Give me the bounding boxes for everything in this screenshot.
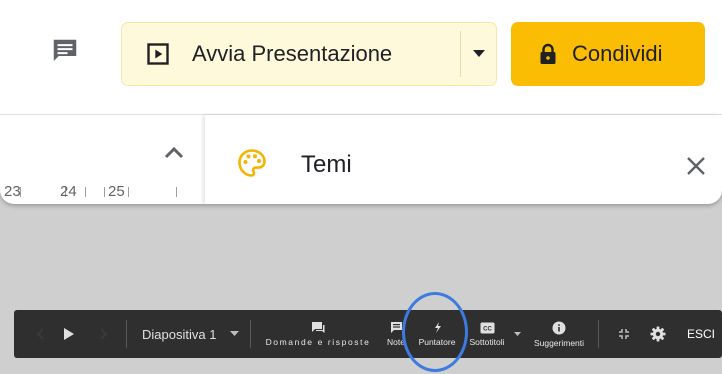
comment-icon (53, 39, 77, 61)
ruler-mark-23: 23 (4, 183, 21, 200)
themes-panel: Temi (205, 115, 722, 204)
collapse-toolbar-button[interactable] (158, 137, 190, 169)
notes-icon (390, 322, 402, 333)
palette-icon (238, 149, 266, 177)
caret-down-icon (230, 331, 240, 336)
ruler-tick (104, 187, 105, 197)
exit-fullscreen-icon (619, 329, 629, 339)
close-icon (687, 157, 705, 175)
caret-down-icon (473, 50, 485, 57)
previous-slide-button[interactable] (28, 310, 52, 358)
slide-area: 23 24 25 (0, 115, 205, 204)
start-presentation-label: Avvia Presentazione (192, 41, 393, 66)
chevron-right-icon (100, 328, 108, 340)
present-button-group: Avvia Presentazione (121, 22, 497, 86)
closed-captions-icon: CC (480, 322, 494, 333)
exit-label: ESCI (687, 327, 716, 341)
present-menu-button[interactable] (461, 23, 497, 85)
toolbar-separator (126, 320, 127, 348)
toolbar-separator (250, 320, 251, 348)
share-label: Condividi (572, 41, 663, 66)
ruler-tick (128, 187, 129, 197)
slide-selector-label: Diapositiva 1 (142, 326, 217, 342)
exit-fullscreen-button[interactable] (612, 310, 636, 358)
ruler: 23 24 25 (0, 181, 205, 204)
suggestions-label: Suggerimenti (533, 337, 585, 348)
chevron-up-icon (164, 147, 184, 159)
pointer-highlight-circle (402, 292, 468, 372)
qa-button[interactable]: Domande e risposte (264, 310, 372, 358)
captions-button[interactable]: CC Sottotitoli (466, 310, 508, 358)
presenter-toolbar: Diapositiva 1 Domande e risposte Note Pu… (14, 310, 722, 358)
close-themes-button[interactable] (683, 153, 709, 179)
svg-text:CC: CC (483, 326, 492, 332)
captions-menu-button[interactable] (510, 310, 524, 358)
suggestions-button[interactable]: Suggerimenti (528, 310, 590, 358)
start-presentation-button[interactable]: Avvia Presentazione (122, 23, 460, 85)
qa-label: Domande e risposte (265, 337, 371, 347)
lock-icon (538, 42, 558, 66)
caret-down-icon (513, 331, 521, 336)
info-icon (552, 321, 566, 334)
play-button[interactable] (58, 310, 80, 358)
toolbar-separator (598, 320, 599, 348)
ruler-tick (176, 187, 177, 197)
exit-button[interactable]: ESCI (687, 310, 715, 358)
captions-label: Sottotitoli (469, 336, 505, 347)
play-icon (64, 328, 74, 340)
ruler-tick (85, 187, 86, 197)
ruler-mark-25: 25 (108, 183, 125, 200)
slide-selector[interactable]: Diapositiva 1 (142, 310, 240, 358)
share-button[interactable]: Condividi (511, 22, 705, 86)
next-slide-button[interactable] (92, 310, 116, 358)
comments-button[interactable] (42, 28, 88, 74)
editor-window: Avvia Presentazione Condividi 23 24 25 T… (0, 0, 722, 204)
qa-icon (312, 322, 325, 333)
chevron-left-icon (36, 328, 44, 340)
themes-title: Temi (301, 151, 352, 178)
play-box-icon (146, 42, 170, 66)
gear-icon (650, 326, 666, 342)
settings-button[interactable] (646, 310, 670, 358)
top-toolbar: Avvia Presentazione Condividi (0, 0, 722, 115)
ruler-mark-24: 24 (60, 183, 77, 200)
